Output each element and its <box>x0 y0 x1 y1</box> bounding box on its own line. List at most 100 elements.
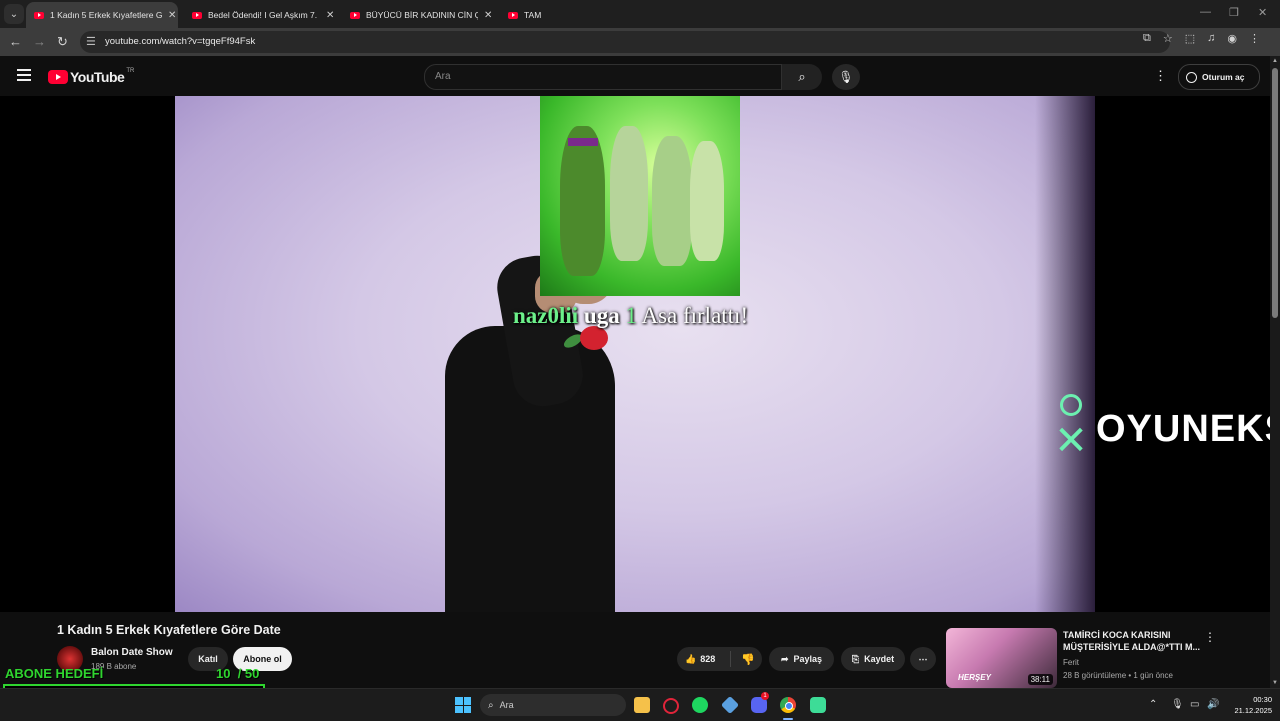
url-text: youtube.com/watch?v=tgqeFf94Fsk <box>105 36 256 47</box>
bookmark-star-icon[interactable]: ☆ <box>1163 32 1173 45</box>
search-icon: ⌕ <box>798 69 806 84</box>
search-input[interactable]: Ara <box>424 64 782 90</box>
reload-icon[interactable]: ↻ <box>57 34 68 50</box>
youtube-favicon-icon <box>192 11 202 19</box>
file-explorer-icon[interactable] <box>634 697 650 713</box>
thumbs-up-icon: 👍 <box>685 653 697 664</box>
youtube-favicon-icon <box>34 11 44 19</box>
media-control-icon[interactable]: ♫ <box>1207 32 1215 45</box>
tray-overflow-icon[interactable]: ⌃ <box>1149 699 1157 710</box>
windows-start-icon[interactable] <box>455 697 471 713</box>
save-button[interactable]: ⎘ Kaydet <box>841 647 905 671</box>
stream-alert-animation <box>540 96 740 296</box>
chrome-icon[interactable] <box>780 697 796 713</box>
cast-icon[interactable]: ⧉ <box>1143 32 1151 45</box>
tab-3[interactable]: BÜYÜCÜ BİR KADININ CİN ÇIKA ✕ <box>342 2 494 28</box>
alert-username: naz0lii <box>513 303 579 328</box>
tab-4[interactable]: TAM <box>500 2 541 28</box>
scroll-down-icon[interactable]: ▼ <box>1272 680 1278 686</box>
page-scrollbar[interactable]: ▲ ▼ <box>1270 56 1280 688</box>
address-bar[interactable]: ☰ youtube.com/watch?v=tgqeFf94Fsk <box>80 31 1170 53</box>
goal-current: 10 <box>216 666 231 681</box>
chrome-menu-icon[interactable]: ⋮ <box>1249 32 1260 45</box>
user-icon <box>1186 71 1197 83</box>
channel-name[interactable]: Balon Date Show <box>91 647 173 658</box>
more-icon: ⋯ <box>918 653 928 664</box>
scrollbar-thumb[interactable] <box>1272 68 1278 318</box>
close-tab-icon[interactable]: ✕ <box>168 10 176 21</box>
curtain-shadow <box>1035 96 1095 612</box>
sub-goal-count: 10 / 50 <box>216 666 260 681</box>
youtube-logo[interactable]: YouTube TR <box>48 68 135 85</box>
tab-title: 1 Kadın 5 Erkek Kıyafetlere Göre <box>50 10 162 20</box>
recommended-menu-icon[interactable]: ⋮ <box>1204 630 1216 644</box>
bookmark-icon: ⎘ <box>851 653 860 664</box>
signin-button[interactable]: Oturum aç <box>1178 64 1260 90</box>
back-icon[interactable]: ← <box>9 34 22 49</box>
clock-time: 00:30 <box>1253 695 1272 704</box>
dancing-figure <box>610 126 648 261</box>
minimize-icon[interactable]: — <box>1200 6 1211 18</box>
dislike-button[interactable]: 👎 <box>741 653 755 666</box>
browser-tab-strip: ⌄ 1 Kadın 5 Erkek Kıyafetlere Göre ✕ Bed… <box>0 0 1280 28</box>
discord-notification-badge: 1 <box>761 692 769 700</box>
share-button[interactable]: ➦ Paylaş <box>769 647 834 671</box>
dancing-figure <box>652 136 692 266</box>
profile-icon[interactable]: ◉ <box>1227 32 1237 45</box>
recommended-title[interactable]: TAMİRCİ KOCA KARISINI MÜŞTERİSİYLE ALDA@… <box>1063 629 1201 653</box>
close-tab-icon[interactable]: ✕ <box>484 10 492 21</box>
like-count: 828 <box>700 654 716 664</box>
tray-display-icon[interactable]: ▭ <box>1190 699 1199 710</box>
network-app-icon[interactable] <box>720 695 740 715</box>
youtube-masthead: YouTube TR Ara ⌕ 🎙 ⋮ Oturum aç <box>0 56 1270 96</box>
search-button[interactable]: ⌕ <box>782 64 822 90</box>
recommended-channel[interactable]: Ferit <box>1063 658 1079 667</box>
alert-word: uga <box>583 303 620 328</box>
tray-microphone-icon[interactable]: 🎙 <box>1171 699 1184 710</box>
restore-icon[interactable]: ❐ <box>1229 6 1239 19</box>
taskbar-search[interactable]: ⌕ Ara <box>480 694 626 716</box>
video-player[interactable]: naz0lii uga 1 Asa fırlattı! ✕ OYUNEKS <box>0 96 1280 612</box>
turtle-figure <box>560 126 605 276</box>
more-actions-button[interactable]: ⋯ <box>910 647 936 671</box>
extensions-icon[interactable]: ⬚ <box>1185 32 1195 45</box>
taskbar-clock[interactable]: 00:30 21.12.2025 <box>1226 694 1272 716</box>
share-label: Paylaş <box>793 654 823 664</box>
tab-active[interactable]: 1 Kadın 5 Erkek Kıyafetlere Göre ✕ <box>26 2 178 28</box>
voice-search-button[interactable]: 🎙 <box>832 64 860 90</box>
site-info-icon[interactable]: ☰ <box>86 35 96 48</box>
recommended-thumbnail[interactable]: HERŞEY 38:11 <box>946 628 1057 688</box>
like-button[interactable]: 👍 828 <box>677 651 731 667</box>
tab-title: Bedel Ödendi! I Gel Aşkım 7. Bö <box>208 10 320 20</box>
game-app-icon[interactable] <box>810 697 826 713</box>
logo-text: YouTube <box>70 69 125 85</box>
share-icon: ➦ <box>780 653 789 664</box>
close-tab-icon[interactable]: ✕ <box>326 10 334 21</box>
youtube-favicon-icon <box>350 11 360 19</box>
recommended-title-line: MÜŞTERİSİYLE ALDA@*TTI M... <box>1063 642 1200 652</box>
youtube-favicon-icon <box>508 11 518 19</box>
close-window-icon[interactable]: ✕ <box>1258 6 1267 19</box>
dancing-figure <box>690 141 724 261</box>
toolbar-actions: ⧉ ☆ ⬚ ♫ ◉ ⋮ <box>1143 32 1260 45</box>
microphone-icon: 🎙 <box>838 70 854 84</box>
tray-volume-icon[interactable]: 🔊 <box>1207 699 1219 710</box>
taskbar-search-placeholder: Ara <box>499 700 514 710</box>
spotify-icon[interactable] <box>692 697 708 713</box>
clock-date: 21.12.2025 <box>1234 706 1272 715</box>
tab-search-button[interactable]: ⌄ <box>4 4 24 24</box>
region-code: TR <box>126 68 135 74</box>
hamburger-menu-icon[interactable] <box>17 69 31 81</box>
recommended-title-line: TAMİRCİ KOCA KARISINI <box>1063 630 1171 640</box>
settings-menu-icon[interactable]: ⋮ <box>1154 68 1167 84</box>
video-title: 1 Kadın 5 Erkek Kıyafetlere Göre Date <box>57 623 281 637</box>
sub-goal-label: ABONE HEDEFİ <box>5 666 104 681</box>
opera-gx-icon[interactable] <box>663 698 679 714</box>
forward-icon[interactable]: → <box>33 34 46 49</box>
alert-message: Asa fırlattı! <box>641 303 749 328</box>
youtube-play-icon <box>48 70 68 84</box>
tab-title: BÜYÜCÜ BİR KADININ CİN ÇIKA <box>366 10 478 20</box>
tab-2[interactable]: Bedel Ödendi! I Gel Aşkım 7. Bö ✕ <box>184 2 336 28</box>
scroll-up-icon[interactable]: ▲ <box>1272 58 1278 64</box>
oyuneks-logo: ✕ OYUNEKS <box>1048 394 1280 464</box>
